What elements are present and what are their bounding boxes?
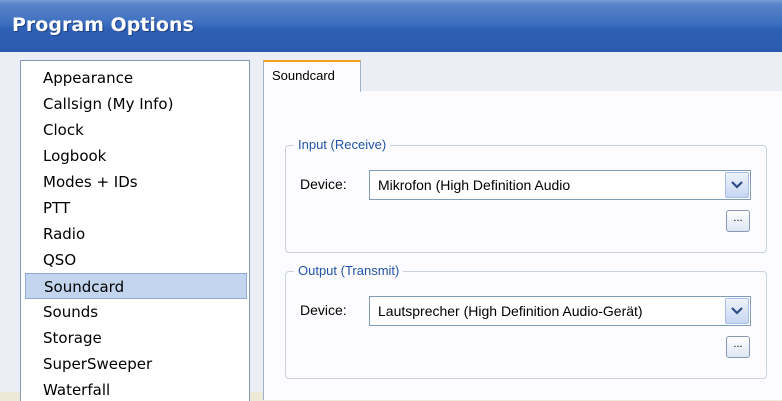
- sidebar-item-ptt[interactable]: PTT: [25, 195, 247, 221]
- sidebar-item-callsign[interactable]: Callsign (My Info): [25, 91, 247, 117]
- sidebar-item-radio[interactable]: Radio: [25, 221, 247, 247]
- chevron-down-icon: [731, 181, 743, 189]
- window-title: Program Options: [12, 14, 194, 36]
- output-group-legend: Output (Transmit): [294, 263, 404, 278]
- tab-soundcard[interactable]: Soundcard: [263, 60, 361, 92]
- chevron-down-icon: [731, 307, 743, 315]
- input-device-value: Mikrofon (High Definition Audio: [378, 177, 571, 193]
- input-group-legend: Input (Receive): [294, 137, 391, 152]
- input-group: Input (Receive) Device: Mikrofon (High D…: [285, 137, 767, 253]
- sidebar-item-appearance[interactable]: Appearance: [25, 65, 247, 91]
- input-browse-button[interactable]: ...: [726, 210, 750, 232]
- output-device-select[interactable]: Lautsprecher (High Definition Audio-Gerä…: [369, 296, 751, 326]
- sidebar-item-qso[interactable]: QSO: [25, 247, 247, 273]
- output-group: Output (Transmit) Device: Lautsprecher (…: [285, 263, 767, 379]
- title-bar[interactable]: Program Options: [0, 0, 782, 52]
- output-browse-button[interactable]: ...: [726, 336, 750, 358]
- sidebar-item-modes-ids[interactable]: Modes + IDs: [25, 169, 247, 195]
- sidebar-item-supersweeper[interactable]: SuperSweeper: [25, 351, 247, 377]
- options-category-list[interactable]: Appearance Callsign (My Info) Clock Logb…: [20, 60, 250, 401]
- sidebar-item-logbook[interactable]: Logbook: [25, 143, 247, 169]
- sidebar-item-storage[interactable]: Storage: [25, 325, 247, 351]
- client-area: Appearance Callsign (My Info) Clock Logb…: [0, 52, 782, 401]
- sidebar-item-soundcard[interactable]: Soundcard: [25, 273, 247, 299]
- input-dropdown-button[interactable]: [725, 172, 749, 198]
- sidebar-item-clock[interactable]: Clock: [25, 117, 247, 143]
- soundcard-panel: Input (Receive) Device: Mikrofon (High D…: [263, 91, 782, 400]
- output-device-label: Device:: [300, 302, 347, 318]
- input-device-select[interactable]: Mikrofon (High Definition Audio: [369, 170, 751, 200]
- input-device-label: Device:: [300, 176, 347, 192]
- sidebar-item-waterfall[interactable]: Waterfall: [25, 377, 247, 401]
- sidebar-item-sounds[interactable]: Sounds: [25, 299, 247, 325]
- output-dropdown-button[interactable]: [725, 298, 749, 324]
- output-device-value: Lautsprecher (High Definition Audio-Gerä…: [378, 303, 643, 319]
- tab-container: Soundcard Input (Receive) Device: Mikrof…: [263, 60, 782, 400]
